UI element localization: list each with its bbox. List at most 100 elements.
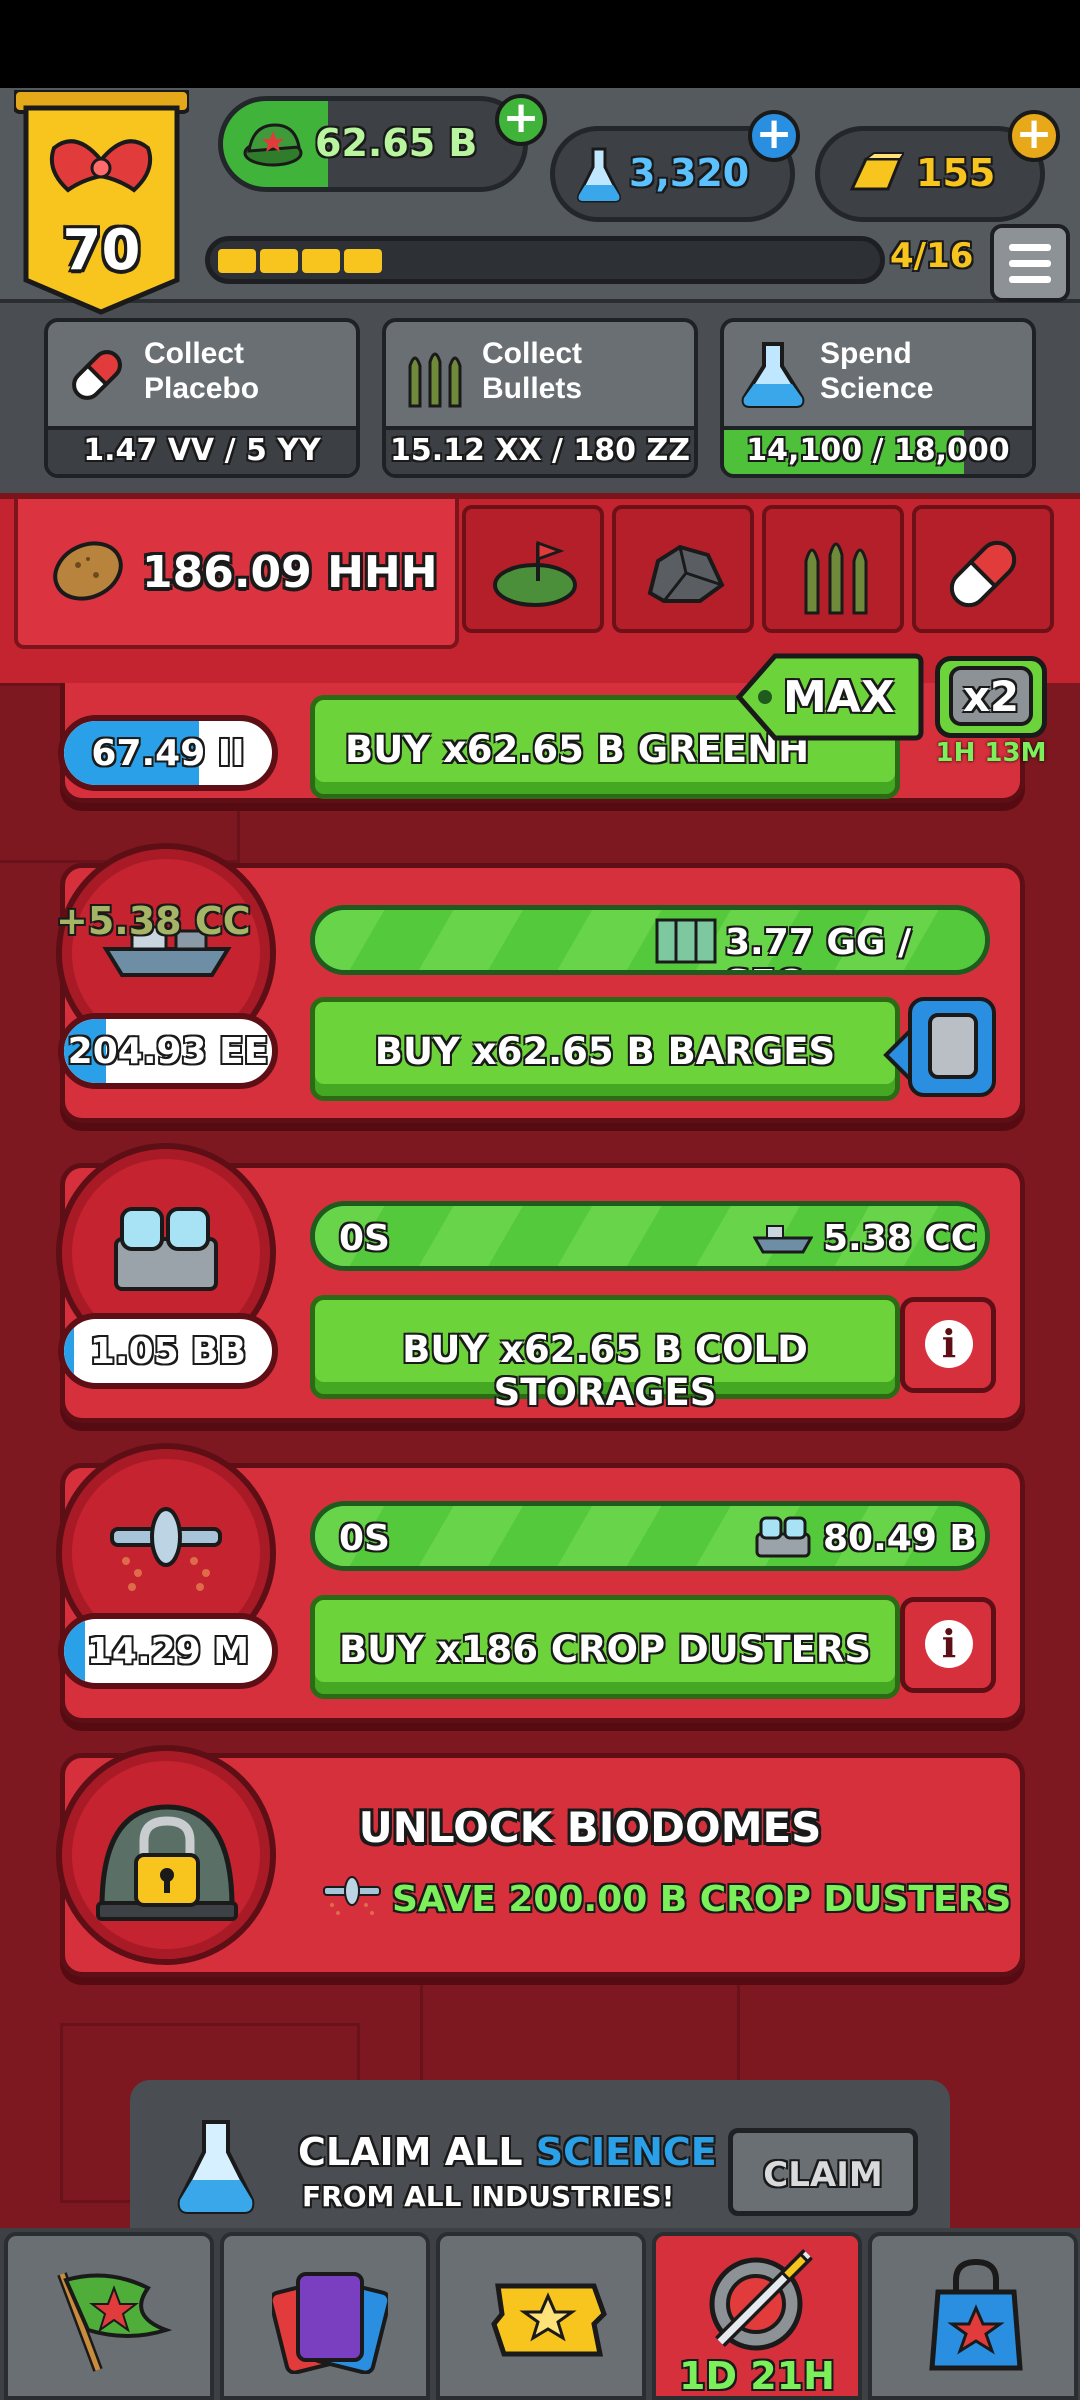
buy-cold-storages-button[interactable]: BUY x62.65 B COLD STORAGES	[310, 1295, 900, 1414]
bullets-icon	[804, 542, 868, 615]
flask-icon	[741, 342, 805, 408]
army-cap-icon	[243, 123, 303, 167]
science-value: 3,320	[629, 151, 750, 195]
shopping-bag-icon	[929, 2258, 1023, 2371]
xp-segment	[344, 249, 382, 273]
crop-dusters-info-button[interactable]: i	[900, 1597, 996, 1693]
requirement-text: 80.49 B	[823, 1518, 977, 1559]
unlock-requirement: SAVE 200.00 B CROP DUSTERS	[392, 1879, 1012, 1920]
rank-wings-icon	[49, 139, 153, 193]
gold-bar-icon	[849, 152, 904, 191]
pill-icon	[949, 540, 1017, 608]
timer-text: 0S	[339, 1518, 390, 1559]
buy-barges-button[interactable]: BUY x62.65 B BARGES	[310, 997, 900, 1101]
flag-icon	[57, 2272, 173, 2372]
floating-gain-text: +5.38 CC	[56, 899, 251, 943]
banner-shape	[14, 90, 189, 315]
nav-tab-event[interactable]: 1D 21H	[652, 2232, 862, 2400]
unlock-title: UNLOCK BIODOMES	[358, 1803, 822, 1852]
xp-segment	[302, 249, 340, 273]
barge-icon	[753, 1225, 813, 1254]
potato-amount: 186.09 HHH	[142, 547, 438, 598]
quest-card-science[interactable]: Spend Science 14,100 / 18,000	[720, 318, 1036, 478]
bottom-navigation: 1D 21H	[0, 2228, 1080, 2400]
nav-tab-campaign[interactable]	[4, 2232, 214, 2400]
industry-count: 1.05 BB	[58, 1313, 278, 1389]
production-timer-bar: 0S 5.38 CC	[310, 1201, 990, 1271]
cold-storage-icon	[114, 1207, 218, 1291]
pill-icon	[72, 350, 122, 400]
info-icon: i	[925, 1320, 973, 1368]
crate-icon	[655, 918, 717, 964]
crop-duster-icon	[323, 1876, 381, 1915]
quest-card-placebo[interactable]: Collect Placebo 1.47 VV / 5 YY	[44, 318, 360, 478]
xp-progress-text: 4/16	[890, 236, 974, 276]
flask-icon	[577, 147, 621, 203]
gold-value: 155	[916, 151, 996, 195]
locked-biodome-circle	[56, 1745, 276, 1965]
quest-title: Collect Placebo	[144, 337, 260, 405]
cold-storages-info-button[interactable]: i	[900, 1297, 996, 1393]
timer-text: 0S	[339, 1218, 390, 1259]
industry-count: 14.29 M	[58, 1613, 278, 1689]
cold-storage-icon	[755, 1516, 811, 1558]
industry-count: 67.49 II	[58, 715, 278, 791]
cash-value: 62.65 B	[315, 121, 478, 165]
xp-progress-bar	[205, 236, 885, 284]
add-gold-button[interactable]: +	[1008, 110, 1060, 162]
boost-timer: 1H 13M	[935, 738, 1047, 768]
claim-line1: CLAIM ALL SCIENCE	[298, 2130, 717, 2174]
tab-land[interactable]	[462, 505, 604, 633]
quest-card-bullets[interactable]: Collect Bullets 15.12 XX / 180 ZZ	[382, 318, 698, 478]
event-timer: 1D 21H	[679, 2354, 835, 2398]
claim-button[interactable]: CLAIM	[728, 2128, 918, 2216]
add-science-button[interactable]: +	[748, 110, 800, 162]
ore-icon	[647, 544, 725, 603]
cards-icon	[272, 2272, 388, 2374]
sword-shield-icon	[709, 2249, 813, 2351]
tab-ore[interactable]	[612, 505, 754, 633]
xp-segment	[260, 249, 298, 273]
star-ticket-icon	[491, 2283, 607, 2357]
quest-progress-text: 14,100 / 18,000	[746, 433, 1010, 468]
requirement-text: 5.38 CC	[823, 1218, 978, 1259]
industry-count: 204.93 EE	[58, 1013, 278, 1089]
max-multiplier-button[interactable]: MAX	[735, 652, 925, 748]
quest-strip: Collect Placebo 1.47 VV / 5 YY Collect Bul…	[0, 303, 1080, 493]
production-rate-bar: 3.77 GG / SEC	[310, 905, 990, 975]
level-badge[interactable]: 70	[14, 90, 189, 320]
nav-tab-shop[interactable]	[868, 2232, 1078, 2400]
crop-duster-icon	[110, 1507, 222, 1591]
industry-list: 67.49 II BUY x62.65 B GREENH +5.38 CC 20…	[0, 683, 1080, 2228]
hamburger-menu-button[interactable]	[990, 224, 1070, 302]
bullets-icon	[408, 352, 462, 408]
claim-science-panel: CLAIM ALL SCIENCE FROM ALL INDUSTRIES! C…	[130, 2080, 950, 2228]
upgrade-barges-button[interactable]	[880, 993, 1000, 1103]
player-level: 70	[62, 218, 141, 283]
xp-segment	[218, 249, 256, 273]
quest-title: Spend Science	[820, 337, 934, 405]
max-label: MAX	[783, 672, 895, 723]
production-rate-text: 3.77 GG / SEC	[725, 922, 912, 970]
potato-icon	[53, 541, 123, 601]
flask-icon	[177, 2120, 255, 2214]
quest-progress-text: 1.47 VV / 5 YY	[83, 433, 321, 468]
cash-counter[interactable]: 62.65 B	[218, 96, 528, 192]
claim-line2: FROM ALL INDUSTRIES!	[302, 2180, 675, 2213]
tab-potatoes[interactable]: 186.09 HHH	[14, 499, 459, 649]
info-icon: i	[925, 1620, 973, 1668]
land-icon	[493, 540, 577, 607]
nav-tab-cards[interactable]	[220, 2232, 430, 2400]
x2-boost-button[interactable]: x2 1H 13M	[935, 656, 1047, 768]
status-bar	[0, 0, 1080, 88]
add-cash-button[interactable]: +	[495, 94, 547, 146]
quest-title: Collect Bullets	[482, 337, 583, 405]
production-timer-bar: 0S 80.49 B	[310, 1501, 990, 1571]
tab-bullets[interactable]	[762, 505, 904, 633]
boost-label: x2	[962, 672, 1020, 721]
upgrade-card-icon	[883, 997, 996, 1097]
nav-tab-star-ticket[interactable]	[436, 2232, 646, 2400]
buy-crop-dusters-button[interactable]: BUY x186 CROP DUSTERS	[310, 1595, 900, 1699]
tab-placebo[interactable]	[912, 505, 1054, 633]
padlock-dome-icon	[96, 1804, 238, 1921]
